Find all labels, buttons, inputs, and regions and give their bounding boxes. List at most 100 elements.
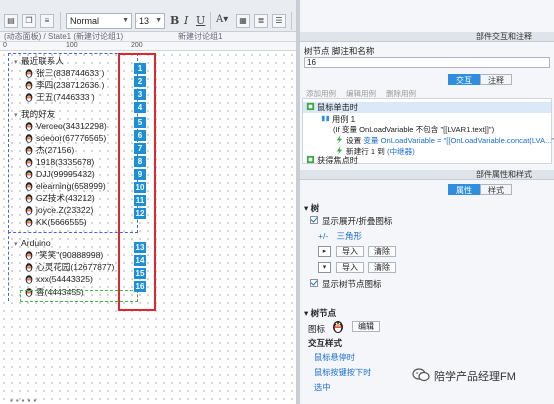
import-collapse-button[interactable]: 导入 <box>336 246 364 257</box>
icon-style-select[interactable]: +/- 三角形 <box>318 230 362 242</box>
underline-button[interactable]: U <box>196 14 205 27</box>
interactions-list[interactable]: 鼠标单击时 用例 1 (If 变量 OnLoadVariable 不包含 "[[… <box>302 98 554 166</box>
wechat-watermark: 陪学产品经理FM <box>412 368 516 386</box>
seg-interact[interactable]: 交互 <box>448 74 480 85</box>
tree-node-label: 我的好友 <box>21 109 56 119</box>
chevron-down-icon: ▼ <box>155 17 162 24</box>
interaction-header: 部件交互和注释 <box>300 32 554 42</box>
import-expand-button[interactable]: 导入 <box>336 262 364 273</box>
tree-contact-node[interactable]: 1918(3335678) <box>24 156 94 168</box>
design-canvas[interactable]: ▾ 最近联系人 张三(838744633 ) 李四(238712636 ) 王五(744… <box>0 51 296 404</box>
tree-node-label: soeoor(67776565) <box>36 133 107 143</box>
properties-header: 部件属性和样式 <box>300 170 554 180</box>
align-icon[interactable]: ≡ <box>40 14 54 28</box>
tree-node-label: 张三(838744633 ) <box>36 68 105 78</box>
axure-editor-window: ▤ ❐ ≡ Normal▼ 13▼ B I U A▾ ▦ ≣ ☰ A▾ ≡ x:… <box>0 0 554 404</box>
italic-button[interactable]: I <box>184 14 188 27</box>
tree-contact-node[interactable]: joyce.Z(23322) <box>24 204 93 216</box>
node-index-badge: 13 <box>134 242 146 253</box>
event-onclick[interactable]: 鼠标单击时 <box>303 102 551 113</box>
case-condition: (If 变量 OnLoadVariable 不包含 "[[LVAR1.text]… <box>333 125 495 134</box>
tree-contact-node[interactable]: 李四(238712636 ) <box>24 79 104 91</box>
tree-node-label: 1918(3335678) <box>36 157 95 167</box>
horizontal-ruler: 0 100 200 <box>0 42 296 51</box>
show-node-icon-label: 显示树节点图标 <box>322 279 382 289</box>
tree-contact-node[interactable]: elearning(658999) <box>24 180 106 192</box>
node-index-badge: 3 <box>134 89 146 100</box>
tree-contact-node[interactable]: "笑笑"(90888998) <box>24 249 103 261</box>
tree-section-title: ▾ 树 <box>304 203 320 213</box>
edit-icon-button[interactable]: 编辑 <box>352 321 380 332</box>
action-set-variable[interactable]: 设置 变量 OnLoadVariable = "[[OnLoadVariable… <box>335 135 554 146</box>
font-style-select[interactable]: Normal ▼ <box>66 13 132 29</box>
selected-style-link[interactable]: 选中 <box>314 381 330 393</box>
text-color-icon[interactable]: A▾ <box>216 14 228 25</box>
fill-color-icon[interactable]: ▦ <box>236 14 250 28</box>
pressed-style-link[interactable]: 鼠标按键按下时 <box>314 366 371 378</box>
tree-node-label: Arduino <box>21 238 51 248</box>
icon-label: 图标 <box>308 324 326 334</box>
seg-properties[interactable]: 属性 <box>448 184 480 195</box>
hover-style-link[interactable]: 鼠标悬停时 <box>314 351 355 363</box>
show-expand-checkbox[interactable] <box>310 216 318 224</box>
ruler-tick: 100 <box>66 42 78 49</box>
chevron-down-icon[interactable]: ▾ <box>14 239 21 251</box>
penguin-icon[interactable] <box>330 318 346 334</box>
tree-node-label: 心灵花园(12677877) <box>36 262 115 272</box>
line-style-icon[interactable]: ≣ <box>254 14 268 28</box>
tree-contact-node[interactable]: 心灵花园(12677877) <box>24 261 114 273</box>
font-style-value: Normal <box>70 16 100 26</box>
paste-icon[interactable]: ▤ <box>4 14 18 28</box>
chevron-down-icon[interactable]: ▾ <box>14 57 21 69</box>
tree-contact-node[interactable]: 杰(27156) <box>24 144 74 156</box>
expand-icon-preview: ▾ <box>318 262 331 273</box>
document-tabs: (动态面板) / State1 (新建讨论组1) 新建讨论组1 <box>0 32 296 42</box>
copy-icon[interactable]: ❐ <box>22 14 36 28</box>
node-index-badge: 8 <box>134 156 146 167</box>
tree-node-label: KK(5666555) <box>36 217 87 227</box>
chevron-down-icon[interactable]: ▾ <box>14 110 21 122</box>
tree-contact-node[interactable]: 张三(838744633 ) <box>24 67 104 79</box>
ruler-tick: 200 <box>131 42 143 49</box>
node-name-label: 树节点 脚注和名称 <box>304 46 375 56</box>
clear-collapse-button[interactable]: 清除 <box>368 246 396 257</box>
tree-contact-node[interactable]: Verceo(34312298) <box>24 120 107 132</box>
tree-group-node[interactable]: ▾ Arduino <box>14 237 51 249</box>
tree-contact-node[interactable]: soeoor(67776565) <box>24 132 106 144</box>
font-size-select[interactable]: 13 ▼ <box>135 13 165 29</box>
line-weight-icon[interactable]: ☰ <box>272 14 286 28</box>
tree-contact-node[interactable]: KK(5666555) <box>24 216 87 228</box>
node-index-badge: 7 <box>134 143 146 154</box>
tree-group-node[interactable]: ▾ 我的好友 <box>14 108 55 120</box>
tree-node-label: joyce.Z(23322) <box>36 205 94 215</box>
clear-expand-button[interactable]: 清除 <box>368 262 396 273</box>
tree-contact-node[interactable]: 王五(7446333 ) <box>24 91 95 103</box>
show-expand-label: 显示展开/折叠图标 <box>322 216 393 226</box>
event-icon <box>306 102 315 111</box>
tree-contact-node[interactable]: xxx(54443325) <box>24 273 93 285</box>
show-node-icon-checkbox[interactable] <box>310 279 318 287</box>
seg-style[interactable]: 样式 <box>480 184 512 195</box>
node-index-badge: 5 <box>134 117 146 128</box>
node-index-badge: 15 <box>134 268 146 279</box>
node-name-input[interactable]: 16 <box>304 57 550 68</box>
node-index-badge: 12 <box>134 208 146 219</box>
tree-contact-node[interactable]: GZ技术(43212) <box>24 192 95 204</box>
tab-discussion-group[interactable]: 新建讨论组1 <box>178 32 222 42</box>
node-index-badge: 2 <box>134 76 146 87</box>
tree-node-label: xxx(54443325) <box>36 274 93 284</box>
seg-notes[interactable]: 注释 <box>480 74 512 85</box>
tree-group-node[interactable]: ▾ 最近联系人 <box>14 55 64 67</box>
bold-button[interactable]: B <box>170 14 179 27</box>
bottom-toolbar-icons[interactable]: ▪▪▪▪▪ <box>10 396 39 404</box>
event-onfocus[interactable]: 获得焦点时 <box>306 155 358 166</box>
node-index-badge: 11 <box>134 195 146 206</box>
node-index-badge: 6 <box>134 130 146 141</box>
interaction-style-title: 交互样式 <box>308 338 343 348</box>
tree-node-label: 王五(7446333 ) <box>36 92 95 102</box>
ruler-tick: 0 <box>3 42 7 49</box>
tree-node-label: 最近联系人 <box>21 56 64 66</box>
tree-contact-node[interactable]: DJJ(99995432) <box>24 168 95 180</box>
tab-panel-state[interactable]: (动态面板) / State1 (新建讨论组1) <box>4 32 123 42</box>
tree-node-label: 杰(27156) <box>36 145 75 155</box>
